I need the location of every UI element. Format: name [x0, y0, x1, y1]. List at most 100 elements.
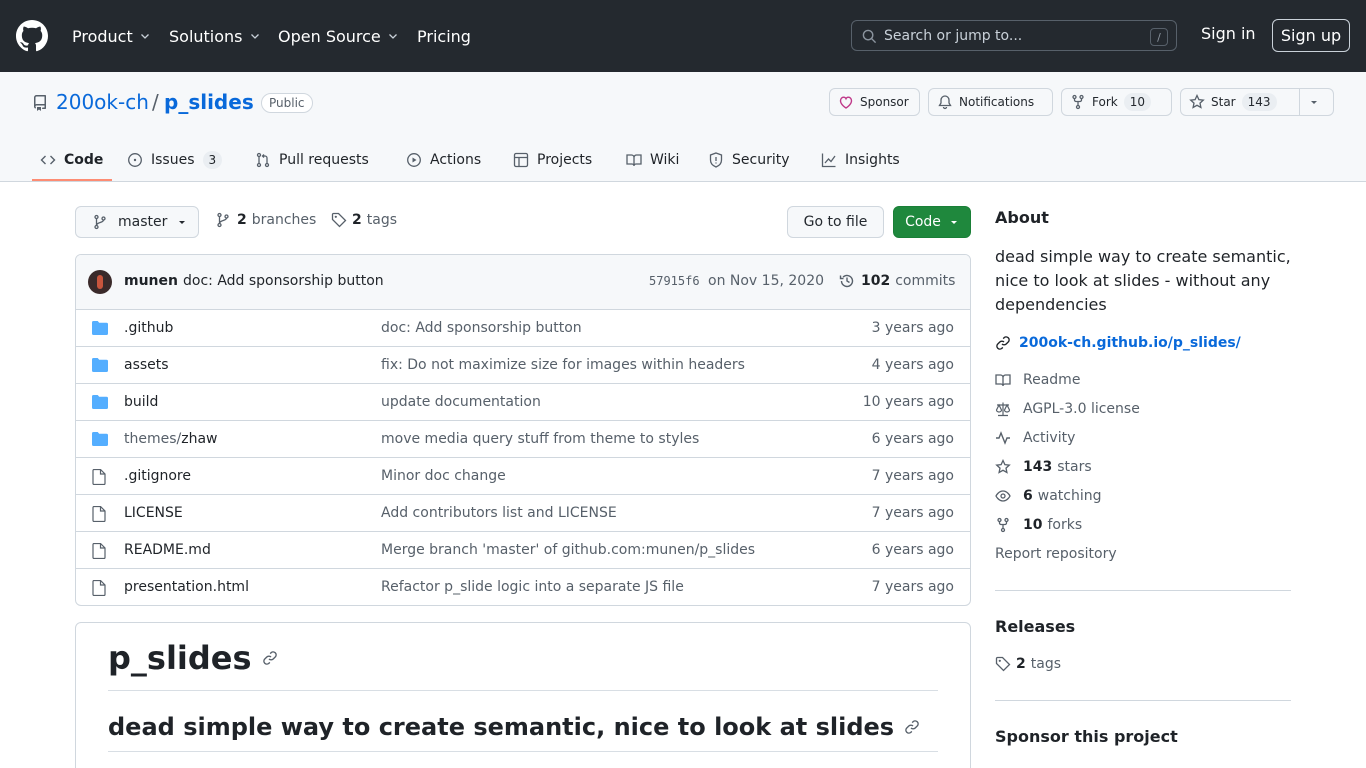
commit-message[interactable]: doc: Add sponsorship button [183, 273, 384, 289]
file-row[interactable]: .github doc: Add sponsorship button 3 ye… [76, 310, 970, 347]
stars-label: stars [1057, 459, 1092, 475]
search-input[interactable]: Search or jump to... / [851, 20, 1177, 51]
graph-icon [821, 153, 836, 168]
link-icon[interactable] [262, 650, 278, 666]
commit-sha[interactable]: 57915f6 [649, 274, 700, 288]
file-age: 3 years ago [871, 320, 954, 336]
tab-code[interactable]: Code [40, 140, 103, 180]
file-commit-message[interactable]: Minor doc change [381, 468, 506, 484]
website-link[interactable]: 200ok-ch.github.io/p_slides/ [995, 335, 1241, 351]
link-icon[interactable] [904, 719, 920, 735]
file-name[interactable]: presentation.html [124, 579, 249, 595]
link-icon [996, 336, 1010, 350]
license-link[interactable]: AGPL-3.0 license [995, 401, 1140, 417]
file-name[interactable]: themes/zhaw [124, 431, 218, 447]
commit-author[interactable]: munen [124, 273, 178, 289]
file-row[interactable]: README.md Merge branch 'master' of githu… [76, 532, 970, 569]
go-to-file-button[interactable]: Go to file [787, 206, 884, 238]
tab-security-label: Security [732, 152, 790, 168]
commit-date: on Nov 15, 2020 [708, 273, 825, 289]
visibility-badge: Public [261, 93, 313, 113]
forks-count: 10 [1023, 517, 1043, 533]
star-list-dropdown[interactable] [1299, 88, 1334, 116]
activity-link[interactable]: Activity [995, 430, 1075, 446]
readme-panel: p_slides dead simple way to create seman… [75, 622, 971, 768]
file-row[interactable]: presentation.html Refactor p_slide logic… [76, 569, 970, 605]
forks-link[interactable]: 10 forks [995, 517, 1082, 533]
tab-wiki[interactable]: Wiki [626, 140, 679, 180]
file-commit-message[interactable]: move media query stuff from theme to sty… [381, 431, 699, 447]
branch-select-button[interactable]: master [75, 206, 199, 238]
releases-tags-link[interactable]: 2 tags [995, 656, 1061, 672]
file-row[interactable]: build update documentation 10 years ago [76, 384, 970, 421]
file-row[interactable]: .gitignore Minor doc change 7 years ago [76, 458, 970, 495]
releases-heading[interactable]: Releases [995, 617, 1075, 636]
sign-in-link[interactable]: Sign in [1201, 24, 1256, 43]
file-row[interactable]: themes/zhaw move media query stuff from … [76, 421, 970, 458]
sign-up-button[interactable]: Sign up [1272, 19, 1350, 52]
file-icon [92, 469, 106, 485]
star-count: 143 [1241, 93, 1277, 111]
tab-pull-requests[interactable]: Pull requests [255, 140, 369, 180]
play-icon [407, 153, 421, 167]
tags-link[interactable]: 2 tags [331, 212, 397, 228]
file-commit-message[interactable]: Merge branch 'master' of github.com:mune… [381, 542, 755, 558]
file-icon [92, 506, 106, 522]
chevron-down-icon [388, 34, 397, 39]
nav-pricing-label: Pricing [417, 26, 471, 46]
nav-open-source[interactable]: Open Source [278, 24, 399, 48]
file-commit-message[interactable]: Refactor p_slide logic into a separate J… [381, 579, 684, 595]
file-row[interactable]: LICENSE Add contributors list and LICENS… [76, 495, 970, 532]
file-name[interactable]: build [124, 394, 158, 410]
nav-product[interactable]: Product [72, 24, 151, 48]
tab-security[interactable]: Security [708, 140, 790, 180]
about-heading: About [995, 208, 1049, 227]
file-commit-message[interactable]: fix: Do not maximize size for images wit… [381, 357, 745, 373]
commits-link[interactable]: 102 commits [839, 273, 955, 289]
caret-down-icon [950, 221, 957, 224]
file-name[interactable]: assets [124, 357, 169, 373]
tab-issues-label: Issues [151, 152, 195, 168]
star-icon [1189, 94, 1205, 109]
tab-insights[interactable]: Insights [821, 140, 900, 180]
file-name[interactable]: LICENSE [124, 505, 183, 521]
avatar[interactable] [88, 270, 112, 294]
code-icon [40, 155, 56, 165]
file-name[interactable]: .github [124, 320, 173, 336]
repo-path-separator: / [152, 90, 159, 114]
notifications-button[interactable]: Notifications [928, 88, 1053, 116]
tab-projects[interactable]: Projects [513, 140, 592, 180]
nav-solutions[interactable]: Solutions [169, 24, 261, 48]
file-name[interactable]: .gitignore [124, 468, 191, 484]
star-label: Star [1211, 95, 1236, 109]
file-age: 7 years ago [871, 579, 954, 595]
watching-link[interactable]: 6 watching [995, 488, 1102, 504]
readme-divider [108, 751, 938, 752]
file-commit-message[interactable]: doc: Add sponsorship button [381, 320, 582, 336]
nav-pricing[interactable]: Pricing [417, 24, 471, 48]
file-name[interactable]: README.md [124, 542, 211, 558]
issue-icon [128, 153, 142, 167]
repo-name-link[interactable]: p_slides [164, 90, 254, 114]
tab-issues[interactable]: Issues 3 [127, 140, 223, 180]
nav-open-source-label: Open Source [278, 26, 381, 46]
readme-link[interactable]: Readme [995, 372, 1080, 388]
history-icon [839, 274, 854, 288]
star-button[interactable]: Star 143 [1180, 88, 1300, 116]
github-logo-icon[interactable] [16, 20, 48, 52]
branch-name: master [118, 214, 168, 230]
branches-link[interactable]: 2 branches [215, 212, 316, 228]
chevron-down-icon [250, 34, 259, 39]
fork-button[interactable]: Fork 10 [1061, 88, 1172, 116]
repo-owner-link[interactable]: 200ok-ch [56, 90, 149, 114]
file-commit-message[interactable]: Add contributors list and LICENSE [381, 505, 617, 521]
code-dropdown-button[interactable]: Code [893, 206, 971, 238]
file-icon [92, 543, 106, 559]
report-repository-link[interactable]: Report repository [995, 546, 1117, 562]
file-row[interactable]: assets fix: Do not maximize size for ima… [76, 347, 970, 384]
tab-actions[interactable]: Actions [406, 140, 481, 180]
file-commit-message[interactable]: update documentation [381, 394, 541, 410]
about-description: dead simple way to create semantic, nice… [995, 247, 1291, 314]
stars-link[interactable]: 143 stars [995, 459, 1092, 475]
sponsor-button[interactable]: Sponsor [829, 88, 920, 116]
